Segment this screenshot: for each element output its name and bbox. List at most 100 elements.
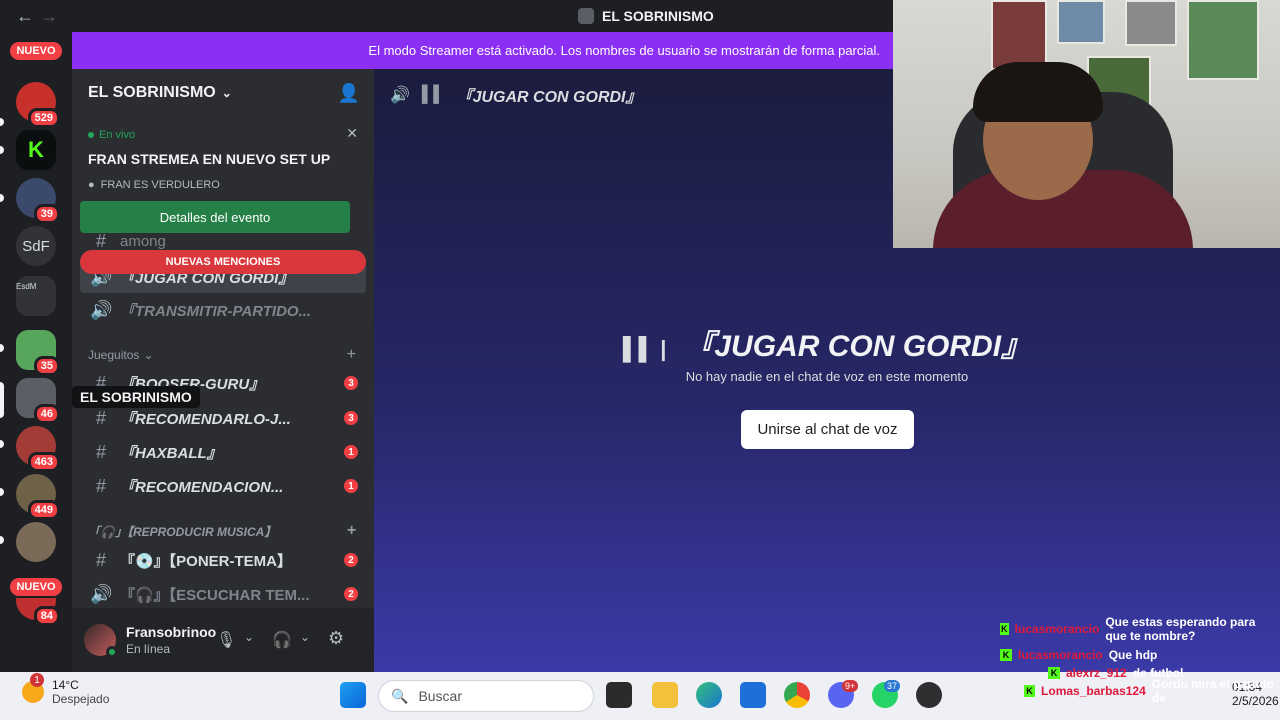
server-icon-esdm[interactable]: EsdM [16, 276, 56, 316]
text-channel[interactable]: # 『RECOMENDACION... 1 [80, 470, 366, 502]
hash-icon: # [95, 549, 106, 570]
taskbar-search[interactable]: 🔍 Buscar [378, 680, 594, 712]
voice-channel[interactable]: 🔊 『🎧』【ESCUCHAR TEM... 2 [80, 578, 366, 610]
server-rail: NUEVO 529 K 39 SdF EsdM 35 46 463 449 84… [0, 32, 72, 672]
forward-arrow-icon[interactable]: → [40, 6, 58, 27]
server-tooltip: EL SOBRINISMO [72, 386, 200, 408]
new-badge[interactable]: NUEVO [8, 40, 64, 62]
weather-sun-icon: 1 [22, 673, 44, 703]
weather-desc: Despejado [52, 692, 110, 706]
mention-count: 35 [33, 356, 60, 376]
live-dot-icon [88, 132, 94, 138]
voice-channel-title: ▌▌ | 『JUGAR CON GORDI』 [622, 330, 1032, 363]
weather-temp: 14°C [52, 678, 79, 692]
server-name: EL SOBRINISMO [88, 84, 216, 101]
server-icon-1[interactable]: 529 [16, 82, 60, 128]
user-status: En línea [126, 642, 171, 656]
file-explorer-icon[interactable] [652, 682, 678, 708]
voice-channel-transmitir[interactable]: 🔊 『TRANSMITIR-PARTIDO... [80, 294, 366, 326]
wall-poster [1125, 0, 1177, 46]
add-channel-icon[interactable]: + [347, 522, 356, 540]
chevron-down-icon: ⌄ [143, 348, 154, 362]
empty-voice-message: No hay nadie en el chat de voz en este m… [685, 369, 969, 384]
category-jueguitos[interactable]: Jueguitos ⌄ + [88, 345, 366, 365]
kick-badge-icon: K [1000, 623, 1009, 635]
mention-count: 46 [33, 404, 60, 424]
weather-widget[interactable]: 1 14°C Despejado [22, 673, 110, 706]
avatar[interactable] [84, 624, 118, 658]
chevron-down-icon[interactable]: ⌄ [300, 630, 310, 644]
unread-pill [0, 118, 4, 126]
bars-icon: ▌▌ [421, 86, 445, 103]
unread-badge: 2 [344, 587, 358, 601]
mention-count: 39 [33, 204, 60, 224]
server-icon-9[interactable]: 449 [16, 474, 60, 520]
unread-badge: 1 [344, 479, 358, 493]
server-icon-sdf[interactable]: SdF [16, 226, 56, 266]
bars-icon: ▌▌ | [622, 336, 667, 361]
speaker-icon: 🔊 [390, 87, 410, 104]
hash-icon: # [95, 407, 106, 428]
server-icon-kick[interactable]: K [16, 130, 56, 170]
windows-start-icon[interactable] [340, 682, 366, 708]
headphones-icon[interactable]: 🎧 [272, 630, 292, 650]
chevron-down-icon[interactable]: ⌄ [244, 630, 254, 644]
server-header[interactable]: EL SOBRINISMO ⌄ 👤 [72, 69, 374, 117]
event-title: FRAN STREMEA EN NUEVO SET UP [88, 151, 331, 167]
wall-poster [1187, 0, 1259, 80]
server-icon-10[interactable] [16, 522, 56, 562]
window-title: EL SOBRINISMO [578, 8, 714, 24]
mute-mic-icon[interactable]: 🎙 [216, 630, 236, 650]
mention-count: 84 [33, 606, 60, 626]
selected-pill [0, 382, 4, 418]
new-badge[interactable]: NUEVO [8, 576, 64, 598]
unread-pill [0, 536, 4, 544]
store-icon[interactable] [740, 682, 766, 708]
hash-icon: # [95, 441, 106, 462]
streamer-mode-banner: El modo Streamer está activado. Los nomb… [72, 32, 902, 69]
invite-people-icon[interactable]: 👤 [338, 83, 360, 104]
mention-count: 529 [27, 108, 60, 128]
stream-chat-overlay: Klucasmorancio Que estas esperando para q… [1000, 615, 1280, 705]
channel-sidebar: EL SOBRINISMO ⌄ 👤 En vivo FRAN STREMEA E… [72, 69, 374, 672]
add-channel-icon[interactable]: + [347, 346, 356, 364]
close-icon[interactable]: ✕ [346, 125, 358, 142]
back-arrow-icon[interactable]: ← [16, 6, 34, 27]
username: Fransobrinoo [126, 624, 217, 640]
server-icon-3[interactable]: 39 [16, 178, 60, 224]
hash-icon: # [95, 231, 106, 251]
settings-gear-icon[interactable]: ⚙ [328, 628, 344, 649]
join-voice-button[interactable]: Unirse al chat de voz [741, 410, 914, 449]
text-channel[interactable]: # 『💿』【PONER-TEMA】 2 [80, 544, 366, 576]
speaker-icon: 🔊 [90, 299, 113, 320]
task-view-icon[interactable] [606, 682, 632, 708]
server-icon-6[interactable]: 35 [16, 330, 60, 376]
kick-badge-icon: K [1048, 667, 1060, 679]
kick-badge-icon: K [1000, 649, 1012, 661]
mention-count: 463 [27, 452, 60, 472]
edge-browser-icon[interactable] [696, 682, 722, 708]
online-status-icon [106, 646, 118, 658]
chrome-icon[interactable] [784, 682, 810, 708]
hash-icon: # [95, 475, 106, 496]
channel-header: 🔊 ▌▌ 『JUGAR CON GORDI』 [390, 86, 642, 106]
channel-partial[interactable]: # among [80, 231, 366, 251]
server-icon [578, 8, 594, 24]
server-icon-8[interactable]: 463 [16, 426, 60, 472]
obs-icon[interactable] [916, 682, 942, 708]
category-reproducir-musica[interactable]: 「🎧」【REPRODUCIR MUSICA】 + [88, 521, 366, 541]
user-panel: Fransobrinoo En línea 🎙 ⌄ 🎧 ⌄ ⚙ [72, 608, 374, 672]
event-details-button[interactable]: Detalles del evento [80, 201, 350, 233]
live-status: En vivo [88, 129, 366, 141]
server-icon-el-sobrinismo[interactable]: 46 [16, 378, 60, 424]
chat-message: K Lomas_barbas124 Gordo mira el partido de [1000, 677, 1280, 705]
chevron-down-icon: ⌄ [221, 86, 232, 100]
kick-badge-icon: K [1024, 685, 1036, 697]
event-location: ● FRAN ES VERDULERO [88, 179, 220, 191]
text-channel[interactable]: # 『HAXBALL』 1 [80, 436, 366, 468]
speaker-icon: 🔊 [90, 583, 113, 604]
unread-badge: 3 [344, 376, 358, 390]
unread-badge: 2 [344, 553, 358, 567]
notification-badge: 1 [30, 673, 44, 687]
new-mentions-bar[interactable]: NUEVAS MENCIONES [80, 250, 366, 274]
